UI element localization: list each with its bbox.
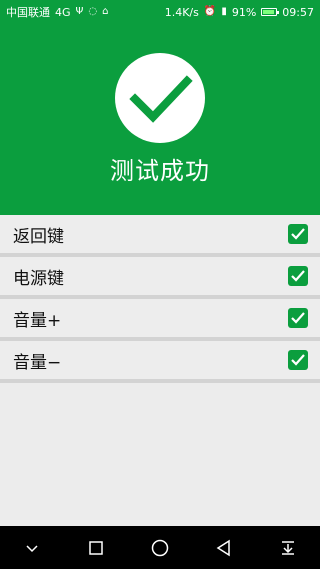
notifications-icon — [282, 540, 294, 555]
checkbox[interactable] — [288, 350, 308, 370]
checkmark-icon — [291, 312, 305, 324]
home-icon — [151, 539, 169, 556]
list-item-power-key[interactable]: 电源键 — [0, 257, 320, 299]
list-item-label: 电源键 — [13, 268, 64, 289]
collapse-icon — [26, 544, 38, 552]
list-item-volume-down[interactable]: 音量− — [0, 341, 320, 383]
key-test-list: 返回键 电源键 音量+ 音量− — [0, 215, 320, 383]
clock: 09:57 — [282, 5, 314, 19]
android-debug-icon: ⌂ — [102, 6, 109, 17]
back-icon — [216, 539, 230, 556]
usb-icon: Ψ — [75, 6, 84, 17]
checkmark-icon — [129, 75, 193, 123]
checkmark-icon — [291, 354, 305, 366]
notifications-button[interactable] — [268, 528, 308, 568]
result-header: 测试成功 — [0, 24, 320, 215]
alarm-icon: ⏰ — [203, 6, 217, 17]
success-circle — [115, 53, 205, 143]
status-bar: 中国联通 4G Ψ ◌ ⌂ 1.4K/s ⏰ ▮ 91% 09:57 — [0, 0, 320, 24]
home-button[interactable] — [140, 528, 180, 568]
recents-icon — [89, 540, 103, 555]
net-speed: 1.4K/s — [164, 5, 199, 19]
list-item-label: 返回键 — [13, 226, 64, 247]
status-left: 中国联通 4G Ψ ◌ ⌂ — [6, 4, 109, 20]
list-item-label: 音量− — [13, 352, 62, 373]
signal-icon: ▮ — [221, 6, 227, 17]
recents-button[interactable] — [76, 528, 116, 568]
network-type: 4G — [55, 5, 71, 19]
checkbox[interactable] — [288, 308, 308, 328]
checkmark-icon — [291, 228, 305, 240]
result-title: 测试成功 — [110, 157, 210, 185]
list-item-volume-up[interactable]: 音量+ — [0, 299, 320, 341]
battery-percent: 91% — [231, 5, 257, 19]
list-item-label: 音量+ — [13, 310, 62, 331]
navigation-bar — [0, 526, 320, 569]
carrier-label: 中国联通 — [6, 6, 50, 19]
list-item-back-key[interactable]: 返回键 — [0, 215, 320, 257]
battery-icon — [261, 8, 280, 16]
back-button[interactable] — [204, 528, 244, 568]
checkmark-icon — [291, 270, 305, 282]
status-right: 1.4K/s ⏰ ▮ 91% 09:57 — [165, 6, 314, 19]
collapse-button[interactable] — [12, 528, 52, 568]
sync-icon: ◌ — [88, 6, 98, 17]
checkbox[interactable] — [288, 266, 308, 286]
checkbox[interactable] — [288, 224, 308, 244]
